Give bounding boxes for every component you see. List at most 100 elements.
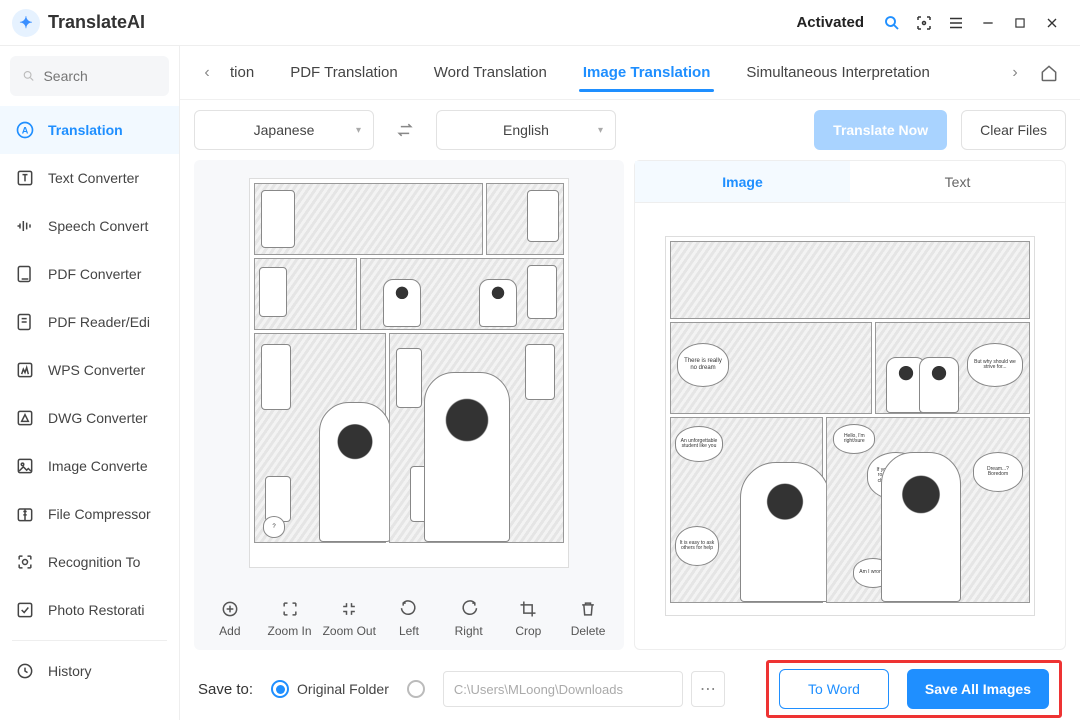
sidebar-item-image-converter[interactable]: Image Converte [0,442,179,490]
sidebar-item-label: Text Converter [48,170,139,186]
custom-path-input[interactable]: C:\Users\MLoong\Downloads [443,671,683,707]
svg-text:A: A [22,125,29,135]
dwg-icon [14,407,36,429]
tab-image-translation[interactable]: Image Translation [565,46,729,100]
radio-custom-path[interactable] [407,680,425,698]
tabs-prev-button[interactable]: ‹ [194,60,220,86]
titlebar: ✦ TranslateAI Activated [0,0,1080,46]
sidebar-item-label: WPS Converter [48,362,145,378]
sidebar-item-file-compressor[interactable]: File Compressor [0,490,179,538]
footer-actions-highlight: To Word Save All Images [766,660,1062,718]
browse-path-button[interactable]: ⋯ [691,671,725,707]
save-all-images-button[interactable]: Save All Images [907,669,1049,709]
rotate-left-icon [398,598,420,620]
save-to-label: Save to: [198,681,253,698]
main-area: ‹ tion PDF Translation Word Translation … [180,46,1080,720]
result-panel: Image Text There is really no dreamBut w… [634,160,1066,650]
radio-original-folder[interactable]: Original Folder [271,680,389,698]
sidebar-item-label: Speech Convert [48,218,148,234]
delete-icon [577,598,599,620]
wps-icon [14,359,36,381]
sidebar-item-dwg-converter[interactable]: DWG Converter [0,394,179,442]
search-icon [22,68,35,84]
minimize-button[interactable] [972,7,1004,39]
sidebar-item-history[interactable]: History [0,647,179,695]
speech-icon [14,215,36,237]
search-titlebar-icon[interactable] [876,7,908,39]
swap-languages-button[interactable] [388,113,422,147]
source-image-viewer[interactable]: ? [194,160,624,586]
sidebar-item-label: Translation [48,122,123,138]
sidebar-item-wps-converter[interactable]: WPS Converter [0,346,179,394]
chevron-down-icon: ▾ [356,125,361,136]
source-language-select[interactable]: Japanese▾ [194,110,374,150]
result-tab-image[interactable]: Image [635,161,850,202]
source-toolbar: Add Zoom In Zoom Out Left Right Crop Del… [194,586,624,650]
sidebar: A Translation Text Converter Speech Conve… [0,46,180,720]
sidebar-item-label: PDF Converter [48,266,141,282]
controls-row: Japanese▾ English▾ Translate Now Clear F… [180,100,1080,160]
app-name: TranslateAI [48,12,145,33]
restore-icon [14,599,36,621]
sidebar-item-label: PDF Reader/Edi [48,314,150,330]
result-image-viewer[interactable]: There is really no dreamBut why should w… [635,203,1065,649]
tabs-next-button[interactable]: › [1002,60,1028,86]
sidebar-item-pdf-reader[interactable]: PDF Reader/Edi [0,298,179,346]
recognition-icon [14,551,36,573]
history-icon [14,660,36,682]
tab-pdf-translation[interactable]: PDF Translation [272,46,416,100]
sidebar-item-recognition[interactable]: Recognition To [0,538,179,586]
close-button[interactable] [1036,7,1068,39]
maximize-button[interactable] [1004,7,1036,39]
result-tab-text[interactable]: Text [850,161,1065,202]
menu-icon[interactable] [940,7,972,39]
tool-zoom-in[interactable]: Zoom In [261,598,319,638]
rotate-right-icon [458,598,480,620]
radio-checked-icon [271,680,289,698]
sidebar-separator [12,640,167,641]
sidebar-item-speech-convert[interactable]: Speech Convert [0,202,179,250]
source-panel: ? Add Zoom In Zoom Out Left Right Crop D… [194,160,624,650]
footer: Save to: Original Folder C:\Users\MLoong… [180,658,1080,720]
compress-icon [14,503,36,525]
radio-unchecked-icon [407,680,425,698]
sidebar-item-text-converter[interactable]: Text Converter [0,154,179,202]
tool-rotate-right[interactable]: Right [440,598,498,638]
tool-rotate-left[interactable]: Left [380,598,438,638]
search-input[interactable] [43,68,157,84]
tabs-scroll: tion PDF Translation Word Translation Im… [224,46,998,100]
pdf-reader-icon [14,311,36,333]
license-status: Activated [796,14,864,31]
home-button[interactable] [1032,56,1066,90]
sidebar-item-label: Image Converte [48,458,148,474]
crop-icon [517,598,539,620]
sidebar-search[interactable] [10,56,169,96]
sidebar-item-photo-restoration[interactable]: Photo Restorati [0,586,179,634]
add-icon [219,598,241,620]
tab-simultaneous-interpretation[interactable]: Simultaneous Interpretation [728,46,947,100]
translation-icon: A [14,119,36,141]
app-logo: ✦ TranslateAI [12,9,145,37]
tab-word-translation[interactable]: Word Translation [416,46,565,100]
target-language-select[interactable]: English▾ [436,110,616,150]
zoom-in-icon [279,598,301,620]
sidebar-item-pdf-converter[interactable]: PDF Converter [0,250,179,298]
translated-image: There is really no dreamBut why should w… [665,236,1035,616]
tool-zoom-out[interactable]: Zoom Out [320,598,378,638]
clear-files-button[interactable]: Clear Files [961,110,1066,150]
sidebar-item-translation[interactable]: A Translation [0,106,179,154]
translate-now-button[interactable]: Translate Now [814,110,947,150]
sidebar-item-label: Photo Restorati [48,602,145,618]
text-icon [14,167,36,189]
logo-icon: ✦ [12,9,40,37]
tab-truncated[interactable]: tion [224,46,272,100]
chevron-down-icon: ▾ [598,125,603,136]
sidebar-item-label: DWG Converter [48,410,148,426]
tool-add[interactable]: Add [201,598,259,638]
to-word-button[interactable]: To Word [779,669,889,709]
workspace: ? Add Zoom In Zoom Out Left Right Crop D… [180,160,1080,658]
tool-crop[interactable]: Crop [499,598,557,638]
image-icon [14,455,36,477]
scan-icon[interactable] [908,7,940,39]
tool-delete[interactable]: Delete [559,598,617,638]
